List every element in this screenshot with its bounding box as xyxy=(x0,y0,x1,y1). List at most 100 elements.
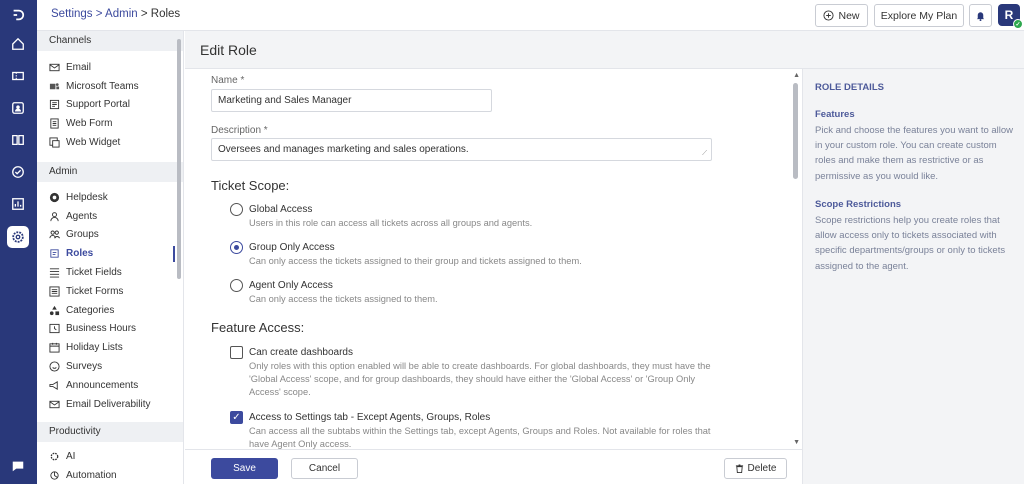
delete-button[interactable]: Delete xyxy=(724,458,787,479)
trash-icon xyxy=(735,464,743,473)
sidebar-item-microsoft-teams[interactable]: Microsoft Teams xyxy=(37,77,183,96)
logo-icon[interactable] xyxy=(7,4,29,26)
sidebar-item-categories[interactable]: Categories xyxy=(37,301,183,320)
mail-icon xyxy=(49,63,60,72)
sidebar-item-email-deliverability[interactable]: Email Deliverability xyxy=(37,395,183,414)
plus-circle-icon xyxy=(823,10,835,21)
cancel-button[interactable]: Cancel xyxy=(291,458,358,479)
survey-icon xyxy=(49,361,60,372)
contact-icon[interactable] xyxy=(7,97,29,119)
resize-handle-icon[interactable]: ⟋ xyxy=(702,150,707,158)
agent-only-access-radio[interactable] xyxy=(230,279,243,292)
agent-only-access-desc: Can only access the tickets assigned to … xyxy=(249,294,438,304)
agents-icon xyxy=(50,211,59,221)
sidebar-item-label: Agents xyxy=(66,210,98,222)
clock-icon xyxy=(49,324,60,334)
breadcrumb-settings[interactable]: Settings xyxy=(51,8,93,20)
helpdesk-icon xyxy=(49,192,60,202)
status-check-icon: ✓ xyxy=(1013,19,1023,29)
new-button-label: New xyxy=(838,9,860,22)
sidebar-item-label: Support Portal xyxy=(66,99,130,111)
name-input[interactable]: Marketing and Sales Manager xyxy=(211,89,492,112)
sidebar-item-surveys[interactable]: Surveys xyxy=(37,357,183,376)
role-details-heading: ROLE DETAILS xyxy=(815,82,884,93)
scroll-up-icon[interactable]: ▲ xyxy=(793,72,800,79)
sidebar-item-ticket-fields[interactable]: Ticket Fields xyxy=(37,263,183,282)
sidebar-item-ticket-forms[interactable]: Ticket Forms xyxy=(37,282,183,301)
calendar-icon xyxy=(49,343,60,353)
sidebar-section-channels: Channels xyxy=(37,31,183,51)
sidebar-item-label: Automation xyxy=(66,470,117,482)
group-only-access-desc: Can only access the tickets assigned to … xyxy=(249,256,582,266)
sidebar-item-holiday-lists[interactable]: Holiday Lists xyxy=(37,338,183,357)
new-button[interactable]: New xyxy=(815,4,868,27)
delete-label: Delete xyxy=(747,463,777,474)
scroll-down-icon[interactable]: ▼ xyxy=(793,439,800,446)
sidebar-item-label: Business Hours xyxy=(66,323,137,335)
create-dashboards-checkbox[interactable] xyxy=(230,346,243,359)
breadcrumb-admin[interactable]: Admin xyxy=(105,8,138,20)
roles-icon xyxy=(50,249,59,258)
categories-icon xyxy=(49,305,60,315)
group-only-access-title: Group Only Access xyxy=(249,242,335,253)
agent-only-access-title: Agent Only Access xyxy=(249,280,333,291)
form-scrollbar[interactable] xyxy=(793,83,798,179)
top-bar: Settings > Admin > Roles New Explore My … xyxy=(37,0,1024,31)
settings-tab-checkbox[interactable]: ✓ xyxy=(230,411,243,424)
bell-icon xyxy=(976,12,985,21)
form-footer: Save Cancel Delete xyxy=(185,449,802,484)
description-textarea[interactable]: Oversees and manages marketing and sales… xyxy=(211,138,712,161)
settings-tab-title: Access to Settings tab - Except Agents, … xyxy=(249,412,491,423)
sidebar-item-agents[interactable]: Agents xyxy=(37,207,183,226)
check-circle-icon[interactable] xyxy=(7,161,29,183)
sidebar-item-label: Ticket Forms xyxy=(66,285,124,297)
sidebar-item-label: Groups xyxy=(66,229,99,241)
explore-plan-button[interactable]: Explore My Plan xyxy=(874,4,964,27)
scope-restrictions-text: Scope restrictions help you create roles… xyxy=(815,215,1006,272)
global-access-radio[interactable] xyxy=(230,203,243,216)
sidebar-item-helpdesk[interactable]: Helpdesk xyxy=(37,188,183,207)
sidebar-item-support-portal[interactable]: Support Portal xyxy=(37,96,183,115)
sidebar-item-business-hours[interactable]: Business Hours xyxy=(37,320,183,339)
deliverability-icon xyxy=(49,400,60,408)
sidebar-item-label: Surveys xyxy=(66,361,103,373)
breadcrumb: Settings > Admin > Roles xyxy=(51,8,180,20)
edit-role-form: Name * Marketing and Sales Manager Descr… xyxy=(185,69,802,449)
global-access-title: Global Access xyxy=(249,204,313,215)
automation-icon xyxy=(50,471,59,480)
sidebar-item-roles[interactable]: Roles xyxy=(37,244,183,263)
global-access-desc: Users in this role can access all ticket… xyxy=(249,218,533,228)
checkmark-icon: ✓ xyxy=(232,412,241,423)
edit-header: Edit Role xyxy=(185,31,1024,69)
sidebar-item-email[interactable]: Email xyxy=(37,58,183,77)
sidebar-item-groups[interactable]: Groups xyxy=(37,226,183,245)
groups-icon xyxy=(49,231,60,239)
sidebar-item-label: Holiday Lists xyxy=(66,342,123,354)
report-icon[interactable] xyxy=(7,193,29,215)
scope-restrictions-title: Scope Restrictions xyxy=(815,199,902,210)
sidebar-item-label: Ticket Fields xyxy=(66,267,122,279)
sidebar-item-web-widget[interactable]: Web Widget xyxy=(37,133,183,152)
save-button[interactable]: Save xyxy=(211,458,278,479)
home-icon[interactable] xyxy=(7,33,29,55)
sidebar-item-label: Web Form xyxy=(66,118,113,130)
sidebar-item-label: Microsoft Teams xyxy=(66,80,139,92)
sidebar-item-web-form[interactable]: Web Form xyxy=(37,114,183,133)
form-icon xyxy=(50,118,59,129)
settings-icon[interactable] xyxy=(7,226,29,248)
sidebar-item-label: Email xyxy=(66,61,92,73)
sidebar-item-automation[interactable]: Automation xyxy=(37,466,183,484)
explore-plan-label: Explore My Plan xyxy=(880,9,958,22)
settings-tab-desc: Can access all the subtabs within the Se… xyxy=(249,426,711,449)
description-label: Description * xyxy=(211,125,268,136)
avatar-initial: R xyxy=(1004,8,1014,22)
sidebar-scrollbar[interactable] xyxy=(177,39,181,279)
sidebar-item-ai[interactable]: AI xyxy=(37,448,183,467)
notifications-button[interactable] xyxy=(969,4,992,27)
group-only-access-radio[interactable] xyxy=(230,241,243,254)
avatar[interactable]: R ✓ xyxy=(998,4,1023,29)
chat-icon[interactable] xyxy=(7,455,29,477)
sidebar-item-announcements[interactable]: Announcements xyxy=(37,376,183,395)
book-icon[interactable] xyxy=(7,129,29,151)
ticket-icon[interactable] xyxy=(7,65,29,87)
